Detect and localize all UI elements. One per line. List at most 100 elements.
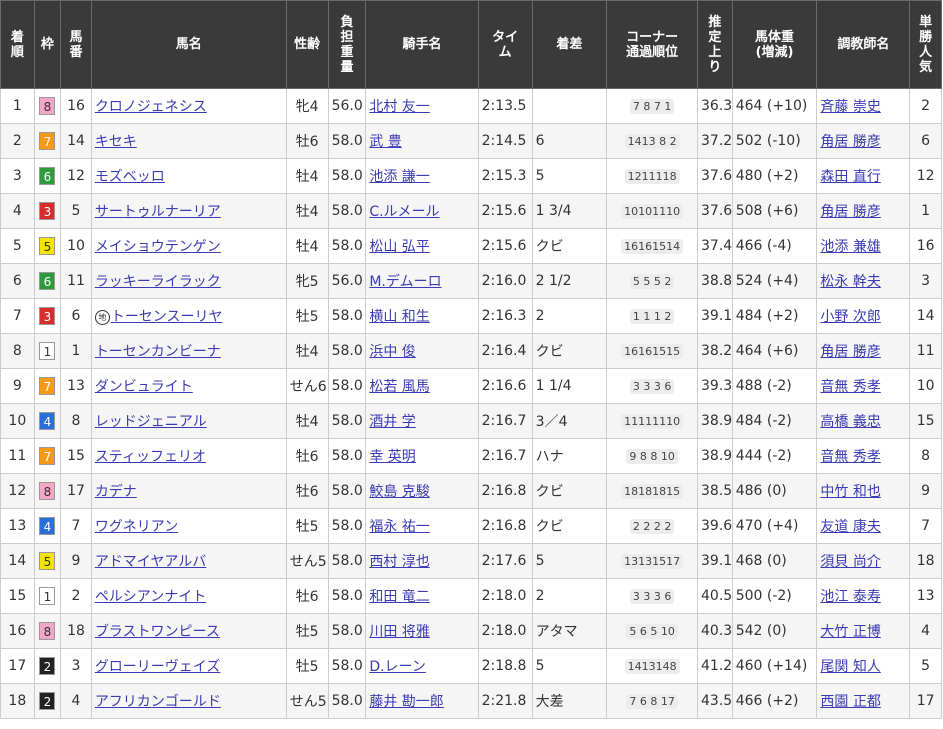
bodyweight-cell: 460 (+14) xyxy=(731,648,818,684)
sexage-cell: 牡6 xyxy=(285,473,329,509)
agari-cell: 36.3 xyxy=(697,88,733,124)
waku-cell: 3 xyxy=(33,193,62,229)
jockey-link[interactable]: M.デムーロ xyxy=(369,274,441,290)
trainer-link[interactable]: 尾関 知人 xyxy=(820,659,880,675)
horse-link[interactable]: レッドジェニアル xyxy=(95,414,207,430)
trainer-link[interactable]: 西園 正都 xyxy=(820,694,880,710)
popularity-cell: 4 xyxy=(909,613,942,649)
bodyweight-cell: 468 (0) xyxy=(731,543,818,579)
trainer-link[interactable]: 松永 幹夫 xyxy=(820,274,880,290)
rank-cell: 4 xyxy=(0,193,35,229)
waku-badge: 4 xyxy=(39,412,56,430)
sexage-cell: 牡6 xyxy=(285,438,329,474)
jockey-link[interactable]: 西村 淳也 xyxy=(369,554,429,570)
jockey-link[interactable]: 浜中 俊 xyxy=(369,344,415,360)
time-cell: 2:16.7 xyxy=(477,403,533,439)
rank-cell: 1 xyxy=(0,88,35,124)
horse-cell: トーセンカンビーナ xyxy=(90,333,287,369)
corner-cell: 10101110 xyxy=(606,193,698,229)
popularity-cell: 1 xyxy=(909,193,942,229)
waku-cell: 8 xyxy=(33,613,62,649)
popularity-cell: 18 xyxy=(909,543,942,579)
jockey-link[interactable]: 鮫島 克駿 xyxy=(369,484,429,500)
waku-badge: 6 xyxy=(39,272,56,290)
jockey-link[interactable]: 福永 祐一 xyxy=(369,519,429,535)
jockey-link[interactable]: 北村 友一 xyxy=(369,99,429,115)
rank-cell: 2 xyxy=(0,123,35,159)
horse-link[interactable]: トーセンスーリヤ xyxy=(111,309,223,325)
trainer-link[interactable]: 須貝 尚介 xyxy=(820,554,880,570)
horse-link[interactable]: キセキ xyxy=(95,134,137,150)
trainer-link[interactable]: 角居 勝彦 xyxy=(820,344,880,360)
jockey-link[interactable]: 和田 竜二 xyxy=(369,589,429,605)
umaban-cell: 13 xyxy=(60,368,92,404)
agari-cell: 37.6 xyxy=(697,158,733,194)
horse-link[interactable]: ペルシアンナイト xyxy=(95,589,206,605)
header-weight: 負担重量 xyxy=(327,0,367,89)
jockey-link[interactable]: 池添 謙一 xyxy=(369,169,429,185)
trainer-link[interactable]: 音無 秀孝 xyxy=(820,379,880,395)
table-row: 16 8 18 ブラストワンピース 牡5 58.0 川田 将雅 2:18.0 アタマ 5 6 5 … xyxy=(0,613,942,649)
popularity-cell: 13 xyxy=(909,578,942,614)
waku-badge: 8 xyxy=(39,622,56,640)
trainer-cell: 角居 勝彦 xyxy=(816,193,911,229)
popularity-cell: 7 xyxy=(909,508,942,544)
jockey-cell: 鮫島 克駿 xyxy=(365,473,479,509)
time-cell: 2:16.4 xyxy=(477,333,533,369)
horse-link[interactable]: アドマイヤアルバ xyxy=(95,554,206,570)
waku-badge: 8 xyxy=(39,482,56,500)
time-cell: 2:15.6 xyxy=(477,228,533,264)
jockey-link[interactable]: 幸 英明 xyxy=(369,449,415,465)
jockey-cell: 武 豊 xyxy=(365,123,479,159)
horse-link[interactable]: メイショウテンゲン xyxy=(95,239,221,255)
jockey-link[interactable]: D.レーン xyxy=(369,659,426,675)
jockey-link[interactable]: 松若 風馬 xyxy=(369,379,429,395)
table-row: 2 7 14 キセキ 牡6 58.0 武 豊 2:14.5 6 1413 8 2 37.2 502 (… xyxy=(0,123,942,159)
horse-link[interactable]: スティッフェリオ xyxy=(95,449,206,465)
jockey-link[interactable]: 松山 弘平 xyxy=(369,239,429,255)
table-row: 10 4 8 レッドジェニアル 牡4 58.0 酒井 学 2:16.7 3／4 11111110 3… xyxy=(0,403,942,439)
horse-link[interactable]: ラッキーライラック xyxy=(95,274,221,290)
jockey-link[interactable]: 横山 和生 xyxy=(369,309,429,325)
horse-link[interactable]: モズベッロ xyxy=(95,169,165,185)
trainer-link[interactable]: 角居 勝彦 xyxy=(820,204,880,220)
corner-positions: 3 3 3 6 xyxy=(629,589,675,604)
horse-link[interactable]: アフリカンゴールド xyxy=(95,694,221,710)
jockey-link[interactable]: 酒井 学 xyxy=(369,414,415,430)
horse-link[interactable]: ブラストワンピース xyxy=(95,624,220,640)
waku-cell: 8 xyxy=(33,88,62,124)
time-cell: 2:14.5 xyxy=(477,123,533,159)
trainer-link[interactable]: 高橋 義忠 xyxy=(820,414,880,430)
margin-cell: 1 3/4 xyxy=(531,193,608,229)
trainer-link[interactable]: 斉藤 崇史 xyxy=(820,99,880,115)
bodyweight-cell: 464 (+10) xyxy=(731,88,818,124)
horse-link[interactable]: ダンビュライト xyxy=(95,379,193,395)
agari-cell: 39.3 xyxy=(697,368,733,404)
trainer-link[interactable]: 小野 次郎 xyxy=(820,309,880,325)
horse-link[interactable]: カデナ xyxy=(95,484,137,500)
horse-link[interactable]: トーセンカンビーナ xyxy=(95,344,221,360)
horse-link[interactable]: サートゥルナーリア xyxy=(95,204,221,220)
trainer-cell: 西園 正都 xyxy=(816,683,911,719)
trainer-link[interactable]: 友道 康夫 xyxy=(820,519,880,535)
time-cell: 2:16.0 xyxy=(477,263,533,299)
jockey-link[interactable]: C.ルメール xyxy=(369,204,439,220)
waku-badge: 3 xyxy=(39,307,56,325)
trainer-link[interactable]: 大竹 正博 xyxy=(820,624,880,640)
horse-link[interactable]: グローリーヴェイズ xyxy=(95,659,221,675)
waku-cell: 4 xyxy=(33,403,62,439)
jockey-link[interactable]: 藤井 勘一郎 xyxy=(369,694,443,710)
trainer-cell: 角居 勝彦 xyxy=(816,123,911,159)
jockey-link[interactable]: 川田 将雅 xyxy=(369,624,429,640)
trainer-link[interactable]: 森田 直行 xyxy=(820,169,880,185)
trainer-link[interactable]: 中竹 和也 xyxy=(820,484,880,500)
trainer-link[interactable]: 池添 兼雄 xyxy=(820,239,880,255)
trainer-link[interactable]: 角居 勝彦 xyxy=(820,134,880,150)
horse-link[interactable]: クロノジェネシス xyxy=(95,99,207,115)
margin-cell: 6 xyxy=(531,123,608,159)
horse-link[interactable]: ワグネリアン xyxy=(95,519,178,535)
margin-cell: 2 1/2 xyxy=(531,263,608,299)
trainer-link[interactable]: 池江 泰寿 xyxy=(820,589,880,605)
jockey-link[interactable]: 武 豊 xyxy=(369,134,401,150)
trainer-link[interactable]: 音無 秀孝 xyxy=(820,449,880,465)
